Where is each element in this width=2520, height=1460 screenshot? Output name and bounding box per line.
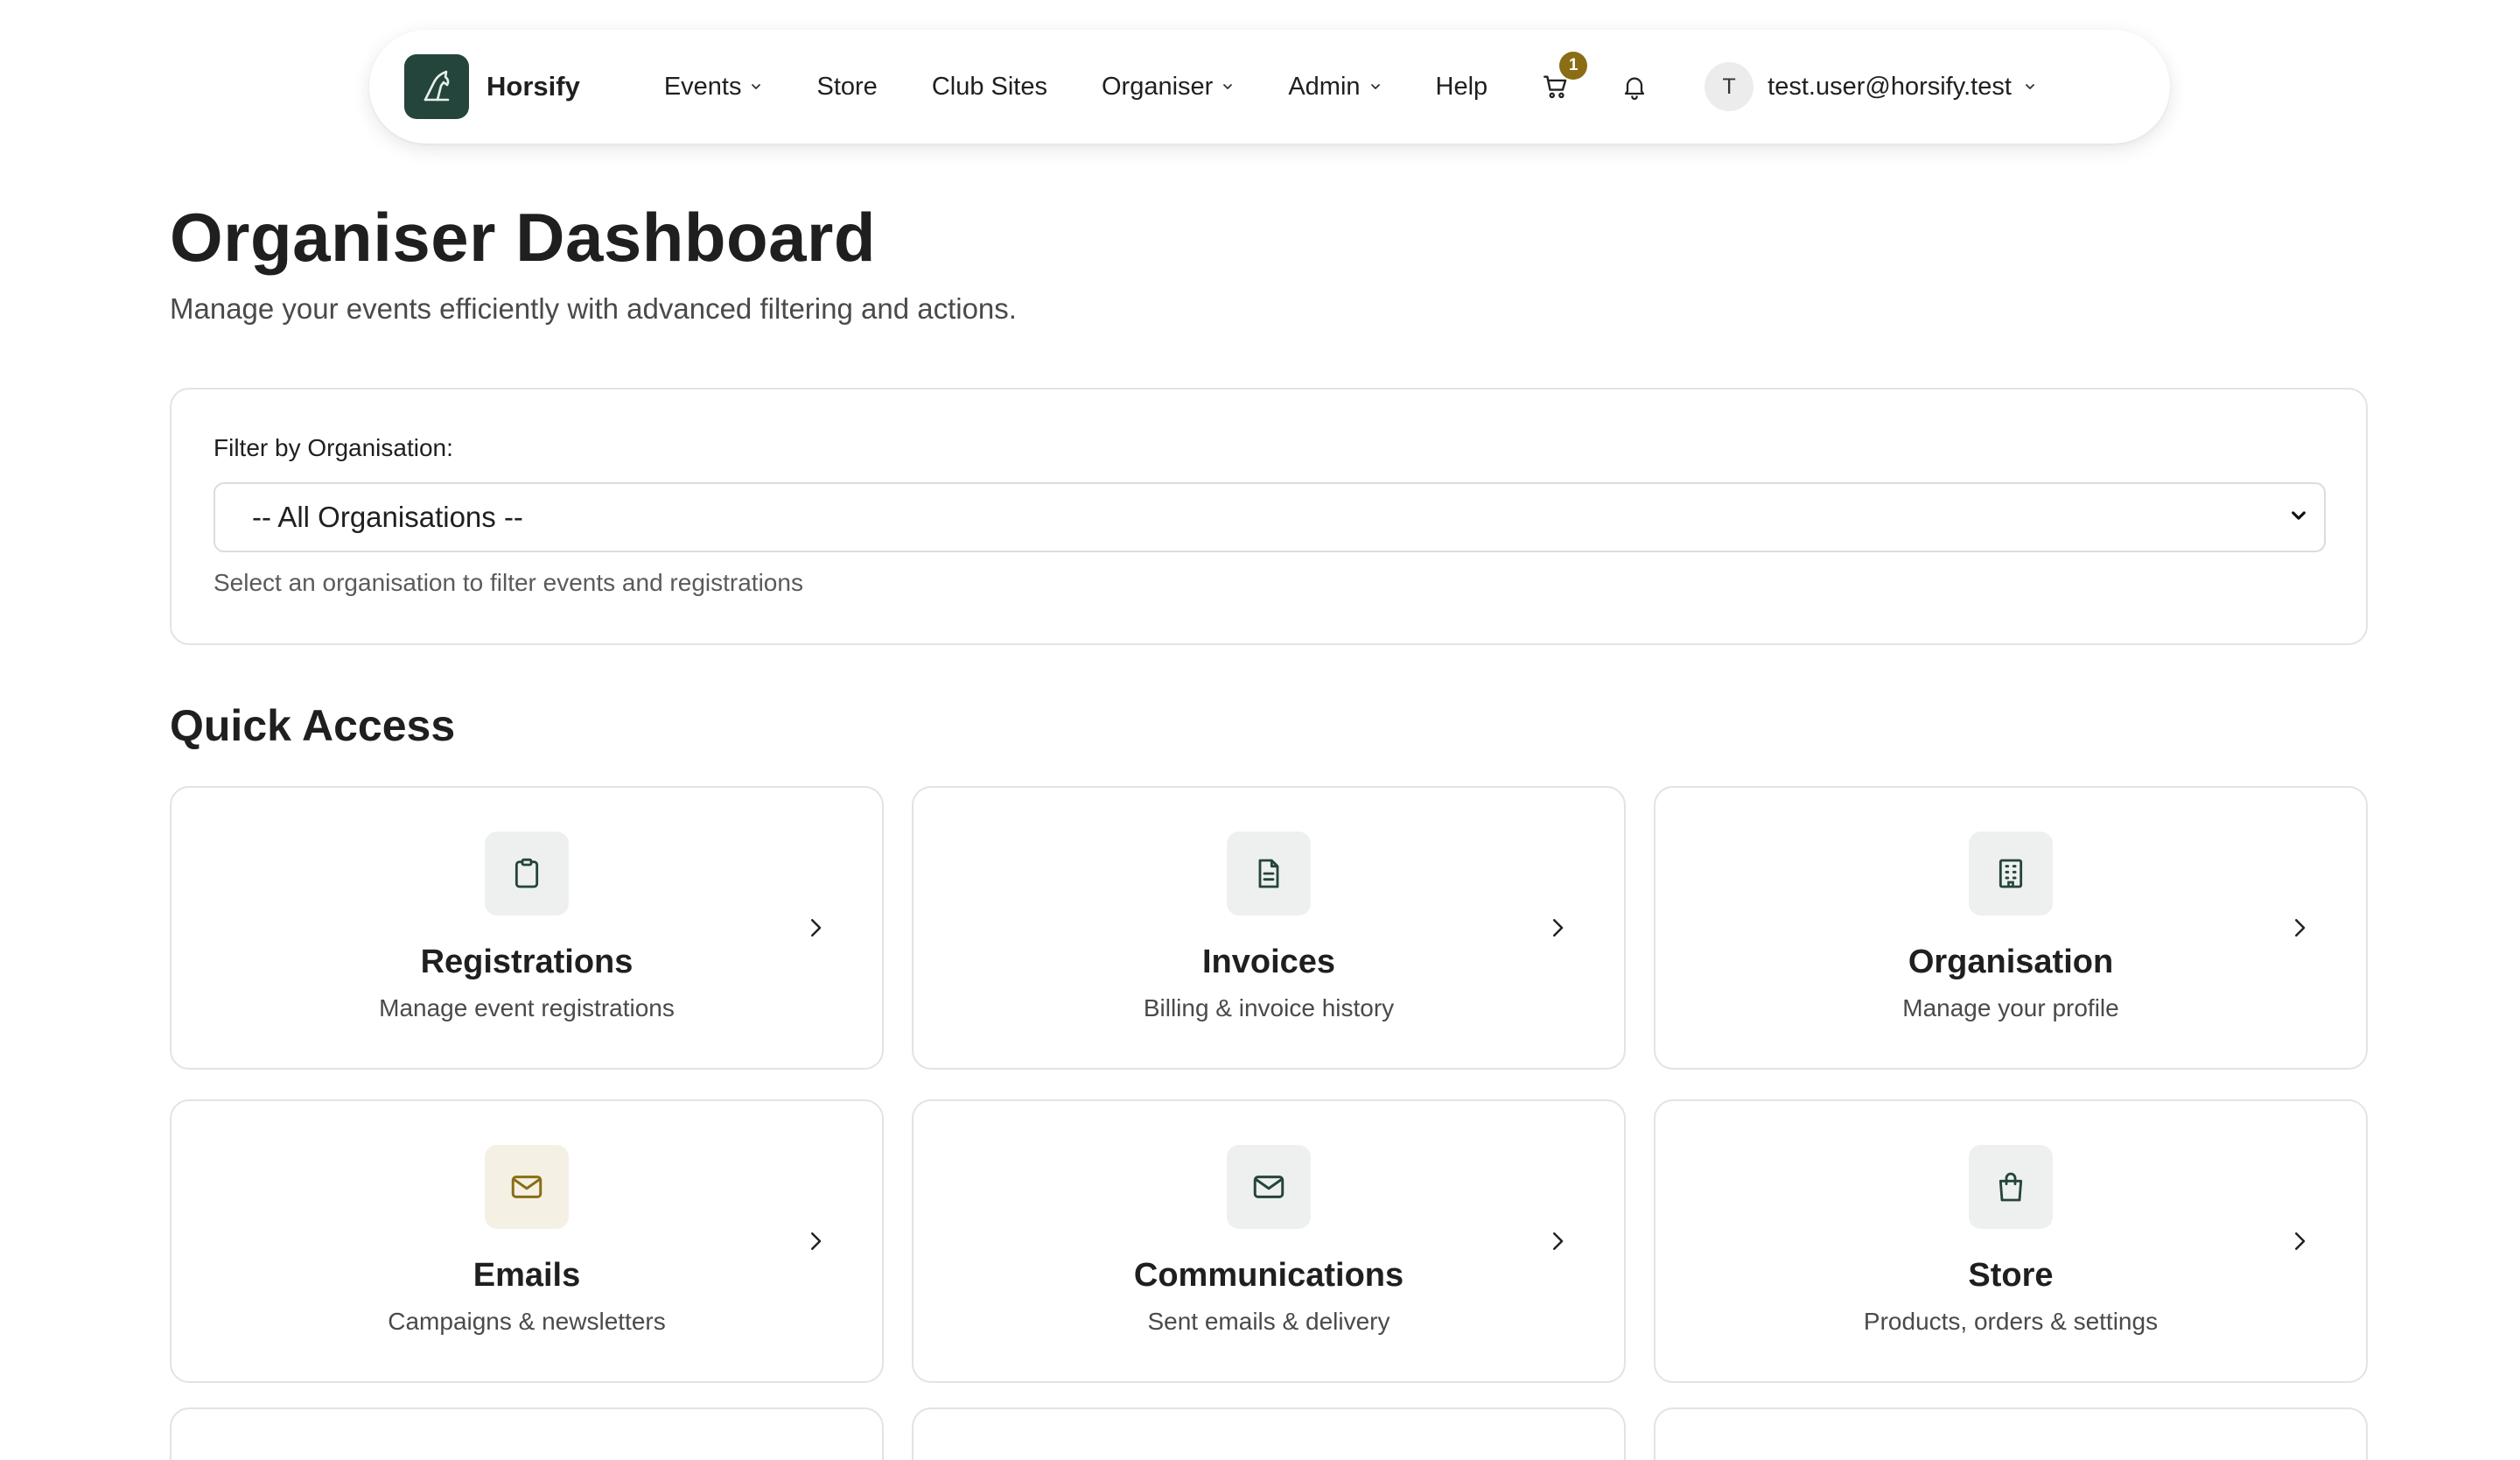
- card-partial[interactable]: [912, 1407, 1626, 1460]
- card-description: Billing & invoice history: [1143, 994, 1395, 1021]
- card-icon-container: [1227, 832, 1311, 916]
- chevron-right-icon: [798, 910, 833, 945]
- chevron-right-icon: [1540, 910, 1575, 945]
- card-description: Manage your profile: [1902, 994, 2119, 1021]
- mail-icon: [1253, 1176, 1284, 1198]
- filter-card: Filter by Organisation: -- All Organisat…: [170, 388, 2368, 645]
- nav-help-label: Help: [1435, 72, 1488, 101]
- avatar: T: [1704, 62, 1754, 111]
- horsify-logo[interactable]: [404, 54, 469, 119]
- card-organisation[interactable]: Organisation Manage your profile: [1654, 786, 2368, 1070]
- card-title: Store: [1968, 1257, 2054, 1294]
- quick-access-grid: Registrations Manage event registrations…: [170, 786, 2368, 1383]
- shopping-bag-icon: [1998, 1172, 2023, 1202]
- card-partial[interactable]: [170, 1407, 884, 1460]
- chevron-right-icon: [2282, 910, 2317, 945]
- chevron-down-icon: [1222, 81, 1234, 93]
- card-invoices[interactable]: Invoices Billing & invoice history: [912, 786, 1626, 1070]
- card-icon-container: [485, 1145, 569, 1229]
- filter-label: Filter by Organisation:: [214, 434, 453, 461]
- chevron-down-icon: [2289, 506, 2308, 530]
- chevron-down-icon: [2024, 81, 2036, 93]
- cart-count-badge: 1: [1559, 52, 1588, 80]
- clipboard-icon: [514, 858, 539, 888]
- quick-access-title: Quick Access: [170, 701, 456, 750]
- user-menu[interactable]: T test.user@horsify.test: [1704, 62, 2036, 111]
- card-partial[interactable]: [1654, 1407, 2368, 1460]
- card-icon-container: [485, 832, 569, 916]
- card-title: Invoices: [1201, 944, 1336, 980]
- organisation-select[interactable]: -- All Organisations --: [214, 482, 2326, 552]
- organisation-select-value: -- All Organisations --: [252, 501, 523, 533]
- page-title: Organiser Dashboard: [170, 199, 877, 276]
- nav-organiser-label: Organiser: [1101, 72, 1214, 101]
- card-description: Campaigns & newsletters: [388, 1308, 666, 1335]
- nav-store-label: Store: [816, 72, 878, 101]
- nav-store[interactable]: Store: [816, 73, 877, 102]
- nav-events[interactable]: Events: [664, 73, 763, 102]
- nav-organiser[interactable]: Organiser: [1102, 73, 1234, 102]
- card-title: Communications: [1133, 1257, 1404, 1294]
- card-description: Manage event registrations: [379, 994, 675, 1021]
- card-title: Organisation: [1908, 944, 2114, 980]
- card-registrations[interactable]: Registrations Manage event registrations: [170, 786, 884, 1070]
- quick-access-next-row: [170, 1407, 2368, 1460]
- card-store[interactable]: Store Products, orders & settings: [1654, 1099, 2368, 1383]
- top-navbar: Horsify Events Store Club Sites Organise…: [369, 30, 2170, 144]
- nav-events-label: Events: [663, 72, 742, 101]
- nav-help[interactable]: Help: [1436, 73, 1488, 102]
- brand-name[interactable]: Horsify: [486, 71, 580, 102]
- card-communications[interactable]: Communications Sent emails & delivery: [912, 1099, 1626, 1383]
- nav-club-sites[interactable]: Club Sites: [932, 73, 1047, 102]
- bell-icon: [1625, 77, 1645, 101]
- card-emails[interactable]: Emails Campaigns & newsletters: [170, 1099, 884, 1383]
- card-description: Sent emails & delivery: [1147, 1308, 1390, 1335]
- building-icon: [1998, 859, 2023, 888]
- notifications-button[interactable]: [1615, 67, 1654, 106]
- nav-icon-group: 1: [1536, 52, 1654, 106]
- card-icon-container: [1969, 832, 2053, 916]
- horse-logo-icon: [424, 70, 450, 102]
- chevron-right-icon: [1540, 1224, 1575, 1259]
- chevron-right-icon: [798, 1224, 833, 1259]
- chevron-right-icon: [2282, 1224, 2317, 1259]
- chevron-down-icon: [1369, 81, 1382, 93]
- card-icon-container: [1227, 1145, 1311, 1229]
- nav-admin[interactable]: Admin: [1288, 73, 1381, 102]
- page-subtitle: Manage your events efficiently with adva…: [170, 292, 1017, 325]
- card-icon-container: [1969, 1145, 2053, 1229]
- card-description: Products, orders & settings: [1863, 1308, 2159, 1335]
- nav-club-sites-label: Club Sites: [931, 72, 1047, 101]
- document-icon: [1258, 859, 1279, 888]
- card-title: Emails: [472, 1257, 581, 1294]
- nav-admin-label: Admin: [1288, 72, 1361, 101]
- chevron-down-icon: [750, 81, 762, 93]
- cart-button[interactable]: 1: [1536, 52, 1588, 106]
- filter-help-text: Select an organisation to filter events …: [214, 569, 803, 596]
- card-title: Registrations: [420, 944, 634, 980]
- mail-icon: [511, 1176, 542, 1198]
- user-email: test.user@horsify.test: [1768, 72, 2012, 101]
